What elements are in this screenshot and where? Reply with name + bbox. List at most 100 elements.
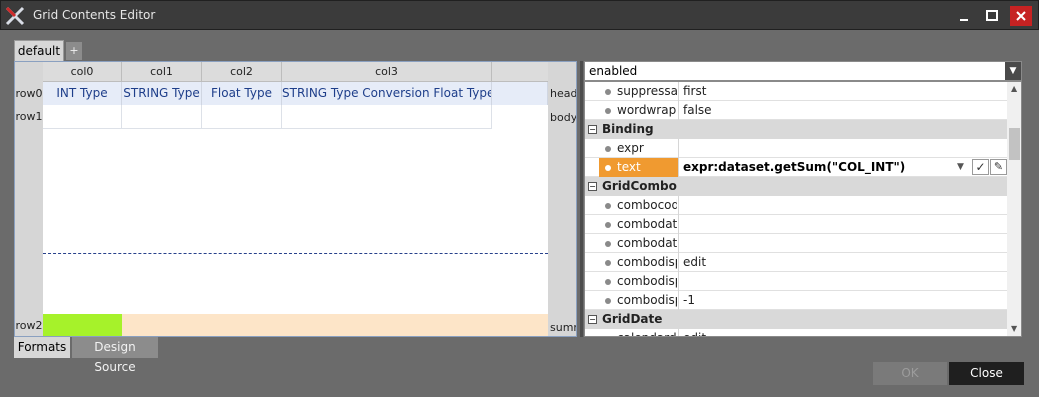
tab-design-source[interactable]: Design Source [72,337,158,374]
column-header-col0[interactable]: col0 [43,62,122,82]
property-name: wordwrap [617,103,677,117]
property-select[interactable]: enabled ▼ [584,61,1022,81]
property-value[interactable] [678,196,683,215]
property-row[interactable]: combodispr [585,272,1007,291]
tab-default[interactable]: default [14,40,64,61]
property-row[interactable]: suppressalig first [585,82,1007,101]
checkmark-icon[interactable]: ✓ [972,159,989,175]
property-row[interactable]: combodatac [585,215,1007,234]
bullet-icon [605,260,611,266]
property-row[interactable]: combodispr edit [585,253,1007,272]
property-name: combodatac [617,217,677,231]
property-row[interactable]: calendardis edit [585,329,1007,337]
property-name: suppressalig [617,84,677,98]
property-value[interactable]: false [678,101,712,120]
property-name: combodispr [617,274,677,288]
column-header-empty [492,62,548,82]
property-name: calendardis [617,331,677,336]
body-cell[interactable] [122,105,202,129]
scrollbar-thumb[interactable] [1009,128,1020,160]
scroll-up-icon[interactable]: ▲ [1011,84,1017,93]
window-title: Grid Contents Editor [33,8,156,22]
row-label-row2[interactable]: row2 [15,315,43,336]
close-button[interactable]: Close [949,362,1024,385]
property-value[interactable]: -1 [678,291,695,310]
title-bar: Grid Contents Editor [0,0,1039,30]
close-window-button[interactable] [1010,6,1032,26]
bullet-icon [605,89,611,95]
property-value[interactable]: edit [678,329,706,336]
close-icon [1016,11,1026,21]
column-header-col1[interactable]: col1 [122,62,202,82]
maximize-icon [986,10,998,21]
property-grid[interactable]: suppressalig first wordwrap false − Bind… [584,81,1022,337]
maximize-button[interactable] [981,6,1003,26]
property-value[interactable] [678,234,683,253]
add-tab-button[interactable]: + [66,42,82,60]
band-label-column [548,62,576,336]
property-name: combodispr [617,255,677,269]
collapse-icon[interactable]: − [588,182,597,191]
property-row[interactable]: wordwrap false [585,101,1007,120]
body-cell[interactable] [282,105,492,129]
property-select-value: enabled [589,64,638,78]
property-name: expr [617,141,644,155]
grid-preview[interactable]: col0 col1 col2 col3 row0 row1 row2 INT T… [14,61,577,337]
head-cell-empty [492,82,548,105]
property-row[interactable]: combodispr -1 [585,291,1007,310]
head-cell[interactable]: STRING Type [122,82,202,105]
bullet-icon [605,336,611,337]
head-cell[interactable]: STRING Type Conversion Float Type [282,82,492,105]
page-break-line [43,253,548,254]
dropdown-arrow-icon[interactable]: ▼ [957,162,964,172]
category-name: GridCombo [602,179,677,193]
property-value[interactable] [678,215,683,234]
collapse-icon[interactable]: − [588,315,597,324]
bullet-icon [605,203,611,209]
property-value[interactable]: first [678,82,706,101]
property-value[interactable] [678,139,1007,158]
bullet-icon [605,165,611,171]
splitter[interactable] [580,61,583,337]
property-name: combodatac [617,236,677,250]
row-label-row1[interactable]: row1 [15,106,43,128]
chevron-down-icon[interactable]: ▼ [1005,62,1021,80]
summary-cell[interactable] [122,314,548,336]
category-griddate[interactable]: − GridDate [585,310,1007,329]
row-label-row0[interactable]: row0 [15,83,43,105]
property-row[interactable]: expr [585,139,1007,158]
vertical-scrollbar[interactable]: ▲ ▼ [1007,82,1021,336]
minimize-icon [960,19,968,21]
band-label-head: head [550,87,577,100]
head-cell[interactable]: INT Type [43,82,122,105]
property-row[interactable]: combodatac [585,234,1007,253]
column-header-col2[interactable]: col2 [202,62,282,82]
category-gridcombo[interactable]: − GridCombo [585,177,1007,196]
property-name: text [617,160,641,174]
property-value[interactable] [678,272,683,291]
collapse-icon[interactable]: − [588,125,597,134]
property-row-selected[interactable]: text expr:dataset.getSum("COL_INT") ▼ ✓ … [585,158,1007,177]
category-binding[interactable]: − Binding [585,120,1007,139]
bullet-icon [605,222,611,228]
bullet-icon [605,146,611,152]
summary-cell-selected[interactable] [43,314,122,336]
edit-icon[interactable]: ✎ [990,159,1007,175]
category-name: Binding [602,122,654,136]
category-name: GridDate [602,312,663,326]
scroll-down-icon[interactable]: ▼ [1011,324,1017,333]
minimize-button[interactable] [953,6,975,26]
bullet-icon [605,298,611,304]
head-cell[interactable]: Float Type [202,82,282,105]
band-label-summ: summ [550,321,576,334]
body-cell[interactable] [43,105,122,129]
tab-formats[interactable]: Formats [14,337,70,358]
app-logo-icon [5,6,25,26]
property-name: combocodec [617,198,677,212]
body-cell[interactable] [202,105,282,129]
ok-button[interactable]: OK [873,362,947,385]
property-row[interactable]: combocodec [585,196,1007,215]
column-header-col3[interactable]: col3 [282,62,492,82]
property-value[interactable]: edit [678,253,706,272]
band-label-body: body [550,111,577,124]
